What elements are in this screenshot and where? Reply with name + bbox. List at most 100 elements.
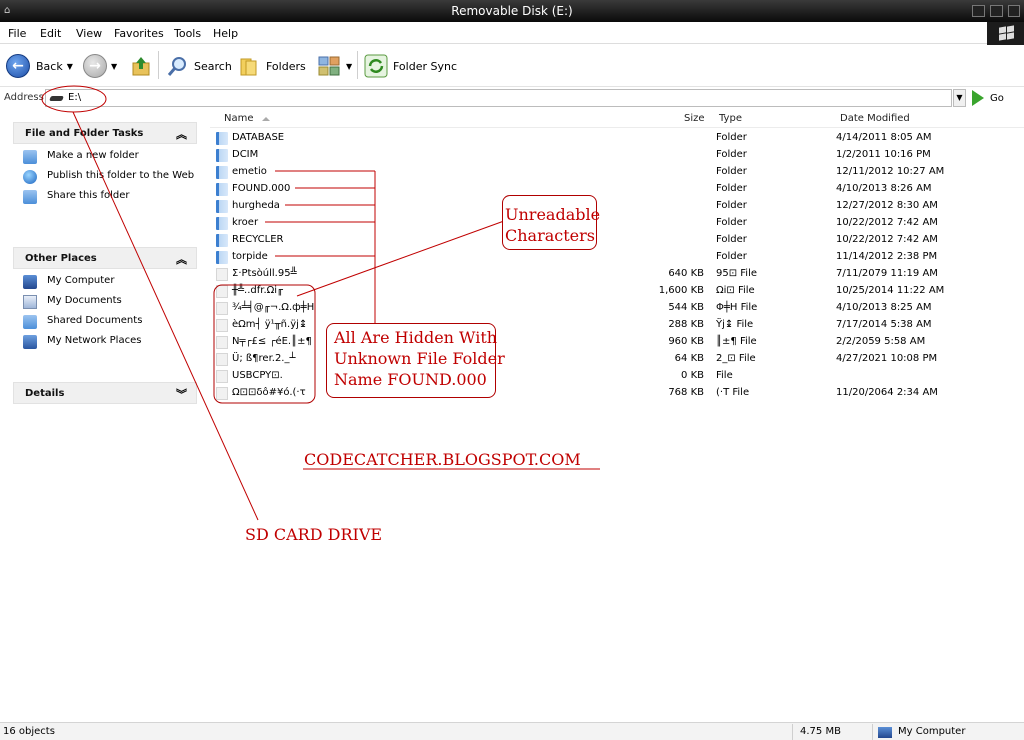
column-name[interactable]: Name — [224, 113, 254, 124]
file-row[interactable]: DATABASE Folder 4/14/2011 8:05 AM — [210, 130, 1024, 147]
blog-watermark: CODECATCHER.BLOGSPOT.COM — [304, 450, 581, 469]
unreadable-callout-text: Unreadable Characters — [505, 204, 600, 246]
file-row[interactable]: Σ·Ptsòúll.95╩ 640 KB 95⊡ File 7/11/2079 11:… — [210, 266, 1024, 283]
address-dropdown-button[interactable]: ▼ — [953, 89, 966, 107]
back-arrow-icon: ← — [6, 54, 30, 78]
task-make-new-folder[interactable]: Make a new folder — [23, 150, 197, 164]
file-name: RECYCLER — [232, 234, 284, 245]
file-row[interactable]: ¾╧╡@╓¬.Ω.ф╪H 544 KB Φ╪H File 4/10/2013 8:25… — [210, 300, 1024, 317]
file-type: Folder — [716, 149, 747, 160]
forward-arrow-icon: → — [83, 54, 107, 78]
file-row[interactable]: kroer Folder 10/22/2012 7:42 AM — [210, 215, 1024, 232]
file-icon — [216, 319, 228, 332]
menu-view[interactable]: View — [76, 27, 102, 40]
collapse-icon[interactable]: ︽ — [176, 126, 187, 142]
task-share-folder[interactable]: Share this folder — [23, 190, 197, 204]
menu-tools[interactable]: Tools — [174, 27, 201, 40]
place-my-documents[interactable]: My Documents — [23, 295, 197, 309]
folders-button[interactable]: Folders — [238, 53, 306, 79]
place-label: My Network Places — [47, 335, 142, 346]
column-date-modified[interactable]: Date Modified — [840, 113, 910, 124]
details-header[interactable]: Details ︾ — [13, 382, 197, 404]
forward-dropdown-icon[interactable]: ▼ — [111, 62, 117, 71]
menu-bar: File Edit View Favorites Tools Help — [0, 22, 1024, 44]
callout-line: Unknown File Folder — [334, 349, 505, 368]
total-size: 4.75 MB — [800, 726, 841, 737]
file-type: Folder — [716, 166, 747, 177]
go-button[interactable]: Go — [972, 89, 1017, 107]
file-name: emetio — [232, 166, 267, 177]
address-label: Address — [4, 92, 44, 103]
file-date: 1/2/2011 10:16 PM — [836, 149, 931, 160]
file-row[interactable]: RECYCLER Folder 10/22/2012 7:42 AM — [210, 232, 1024, 249]
search-button[interactable]: Search — [166, 53, 232, 79]
folder-icon — [216, 166, 228, 179]
file-date: 10/22/2012 7:42 AM — [836, 234, 938, 245]
file-size: 0 KB — [681, 370, 704, 381]
column-type[interactable]: Type — [719, 113, 742, 124]
maximize-button[interactable] — [990, 5, 1003, 17]
computer-icon — [878, 727, 892, 738]
file-date: 7/11/2079 11:19 AM — [836, 268, 938, 279]
hidden-callout-text: All Are Hidden With Unknown File Folder … — [334, 327, 505, 390]
address-input[interactable]: E:\ — [45, 89, 952, 107]
folder-icon — [216, 251, 228, 264]
task-publish-folder[interactable]: Publish this folder to the Web — [23, 170, 197, 184]
views-dropdown-icon[interactable]: ▼ — [346, 62, 352, 71]
panel-title: Other Places — [25, 253, 97, 264]
file-type: Ωi⊡ File — [716, 285, 755, 296]
network-icon — [23, 335, 37, 349]
menu-favorites[interactable]: Favorites — [114, 27, 164, 40]
place-label: My Computer — [47, 275, 115, 286]
menu-edit[interactable]: Edit — [40, 27, 61, 40]
file-type: Folder — [716, 234, 747, 245]
file-row[interactable]: FOUND.000 Folder 4/10/2013 8:26 AM — [210, 181, 1024, 198]
file-date: 10/25/2014 11:22 AM — [836, 285, 945, 296]
up-folder-button[interactable] — [130, 53, 152, 79]
folder-icon — [216, 183, 228, 196]
file-type: 2_⊡ File — [716, 353, 756, 364]
views-button[interactable]: ▼ — [318, 53, 352, 79]
callout-line: All Are Hidden With — [334, 328, 498, 347]
file-name: DATABASE — [232, 132, 285, 143]
search-label: Search — [194, 59, 232, 73]
up-folder-icon — [132, 57, 150, 76]
search-icon — [167, 57, 186, 76]
file-type: Ÿj↨ File — [716, 319, 754, 330]
file-name: torpide — [232, 251, 268, 262]
other-places-header[interactable]: Other Places ︽ — [13, 247, 197, 269]
file-size: 288 KB — [668, 319, 704, 330]
forward-button[interactable]: → ▼ — [83, 53, 117, 79]
documents-icon — [23, 295, 37, 309]
folder-sync-label: Folder Sync — [393, 59, 458, 73]
file-name: Σ·Ptsòúll.95╩ — [232, 268, 297, 279]
file-type: (·T File — [716, 387, 750, 398]
expand-icon[interactable]: ︾ — [176, 386, 187, 402]
file-row[interactable]: ╫╩..dfr.Ωi╓ 1,600 KB Ωi⊡ File 10/25/2014 11… — [210, 283, 1024, 300]
file-folder-tasks-header[interactable]: File and Folder Tasks ︽ — [13, 122, 197, 144]
callout-line: Unreadable — [505, 205, 601, 224]
file-type: Folder — [716, 200, 747, 211]
menu-file[interactable]: File — [8, 27, 26, 40]
place-my-network-places[interactable]: My Network Places — [23, 335, 197, 349]
place-shared-documents[interactable]: Shared Documents — [23, 315, 197, 329]
minimize-button[interactable] — [972, 5, 985, 17]
place-my-computer[interactable]: My Computer — [23, 275, 197, 289]
file-row[interactable]: hurgheda Folder 12/27/2012 8:30 AM — [210, 198, 1024, 215]
menu-help[interactable]: Help — [213, 27, 238, 40]
file-name: ╫╩..dfr.Ωi╓ — [232, 285, 284, 296]
panel-title: File and Folder Tasks — [25, 128, 144, 139]
back-dropdown-icon[interactable]: ▼ — [67, 62, 73, 71]
collapse-icon[interactable]: ︽ — [176, 251, 187, 267]
folder-sync-button[interactable]: Folder Sync — [364, 53, 457, 79]
back-button[interactable]: ← Back ▼ — [6, 53, 73, 79]
file-row[interactable]: DCIM Folder 1/2/2011 10:16 PM — [210, 147, 1024, 164]
toolbar-separator — [357, 51, 358, 79]
file-row[interactable]: emetio Folder 12/11/2012 10:27 AM — [210, 164, 1024, 181]
close-button[interactable] — [1008, 5, 1020, 17]
file-icon — [216, 336, 228, 349]
column-size[interactable]: Size — [684, 113, 705, 124]
file-name: FOUND.000 — [232, 183, 291, 194]
file-name: Ü; ß¶rer.2._┴ — [232, 353, 296, 364]
file-row[interactable]: torpide Folder 11/14/2012 2:38 PM — [210, 249, 1024, 266]
